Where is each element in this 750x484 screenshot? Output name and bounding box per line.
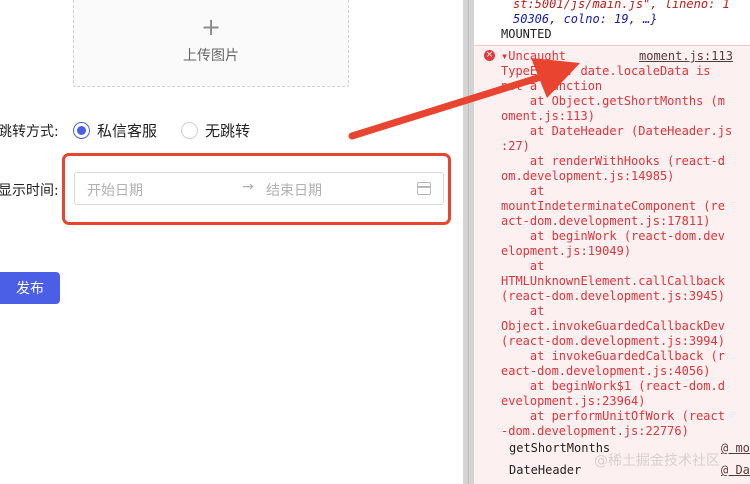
stack-line: at DateHeader (DateHeader.js xyxy=(501,124,733,138)
stack-line: Object.invokeGuardedCallbackDev xyxy=(501,319,725,333)
display-time-label: 显示时间: xyxy=(0,183,59,199)
stack-line: at invokeGuardedCallback (r xyxy=(501,349,725,363)
stack-line: at beginWork$1 (react-dom.d xyxy=(501,379,725,393)
error-icon: × xyxy=(484,50,495,61)
radio-no-jump[interactable]: 无跳转 xyxy=(181,120,250,141)
publish-button[interactable]: 发布 xyxy=(0,272,60,304)
stack-line: evelopment.js:23964) xyxy=(501,394,646,408)
console-object-text-1: st:5001/js/main.js", lineno: 1 xyxy=(513,0,730,11)
console-object-line-2: 50306, colno: 19, …} xyxy=(513,12,658,27)
devtools-console: st:5001/js/main.js", lineno: 1 50306, co… xyxy=(474,0,750,484)
watermark: @稀土掘金技术社区 xyxy=(594,453,720,469)
console-mounted-log: MOUNTED xyxy=(501,27,552,41)
panel-splitter[interactable] xyxy=(463,0,474,484)
radio-checked-icon xyxy=(73,122,90,139)
error-source-link[interactable]: moment.js:113 xyxy=(639,49,733,64)
stack-line: (react-dom.development.js:3945) xyxy=(501,289,725,303)
form-pane: + 上传图片 跳转方式: 私信客服 无跳转 显示时间: 开始日期 → 结束日期 … xyxy=(0,0,463,484)
stack-line: elopment.js:19049) xyxy=(501,244,632,258)
jump-mode-label: 跳转方式: xyxy=(0,124,59,140)
stack-line: om.development.js:14985) xyxy=(501,169,675,183)
stack-line: at beginWork (react-dom.dev xyxy=(501,229,725,243)
trace-link-2[interactable]: @ Da xyxy=(721,463,750,478)
stack-line: (react-dom.development.js:3994) xyxy=(501,334,725,348)
upload-image-box[interactable]: + 上传图片 xyxy=(73,0,349,87)
range-arrow-icon: → xyxy=(242,179,254,195)
calendar-icon[interactable] xyxy=(417,182,431,195)
stack-line: at xyxy=(501,259,545,273)
radio-private-message-label: 私信客服 xyxy=(97,122,158,140)
plus-icon: + xyxy=(200,12,222,41)
end-date-input[interactable]: 结束日期 xyxy=(266,180,322,200)
console-object-text-2: 50306, colno: 19, …} xyxy=(513,12,658,26)
stack-line: HTMLUnknownElement.callCallback xyxy=(501,274,725,288)
stack-line: at performUnitOfWork (react xyxy=(501,409,725,423)
upload-image-label: 上传图片 xyxy=(183,47,239,64)
trace-link-1[interactable]: @ mo xyxy=(721,441,750,456)
stack-line: at xyxy=(501,184,545,198)
splitter-grip xyxy=(468,0,469,484)
stack-line: oment.js:113) xyxy=(501,109,595,123)
radio-private-message[interactable]: 私信客服 xyxy=(73,120,157,141)
console-object-line-1: st:5001/js/main.js", lineno: 1 xyxy=(513,0,730,12)
stack-line: -dom.development.js:22776) xyxy=(501,424,689,438)
date-range-picker[interactable]: 开始日期 → 结束日期 xyxy=(74,172,444,205)
radio-no-jump-label: 无跳转 xyxy=(205,122,251,140)
stack-line: eact-dom.development.js:4056) xyxy=(501,364,711,378)
stack-line: mountIndeterminateComponent (re xyxy=(501,199,725,213)
radio-unchecked-icon xyxy=(181,122,198,139)
stack-line: at Object.getShortMonths (m xyxy=(501,94,725,108)
stack-line: TypeError: date.localeData is xyxy=(501,64,711,78)
error-header[interactable]: ▾Uncaught xyxy=(501,49,566,64)
trace-fn-DateHeader: DateHeader xyxy=(509,463,582,477)
stack-line: not a function xyxy=(501,79,603,93)
start-date-input[interactable]: 开始日期 xyxy=(87,180,143,200)
stack-line: at renderWithHooks (react-d xyxy=(501,154,725,168)
stack-line: act-dom.development.js:17811) xyxy=(501,214,711,228)
stack-line: :27) xyxy=(501,139,530,153)
stack-line: at xyxy=(501,304,545,318)
